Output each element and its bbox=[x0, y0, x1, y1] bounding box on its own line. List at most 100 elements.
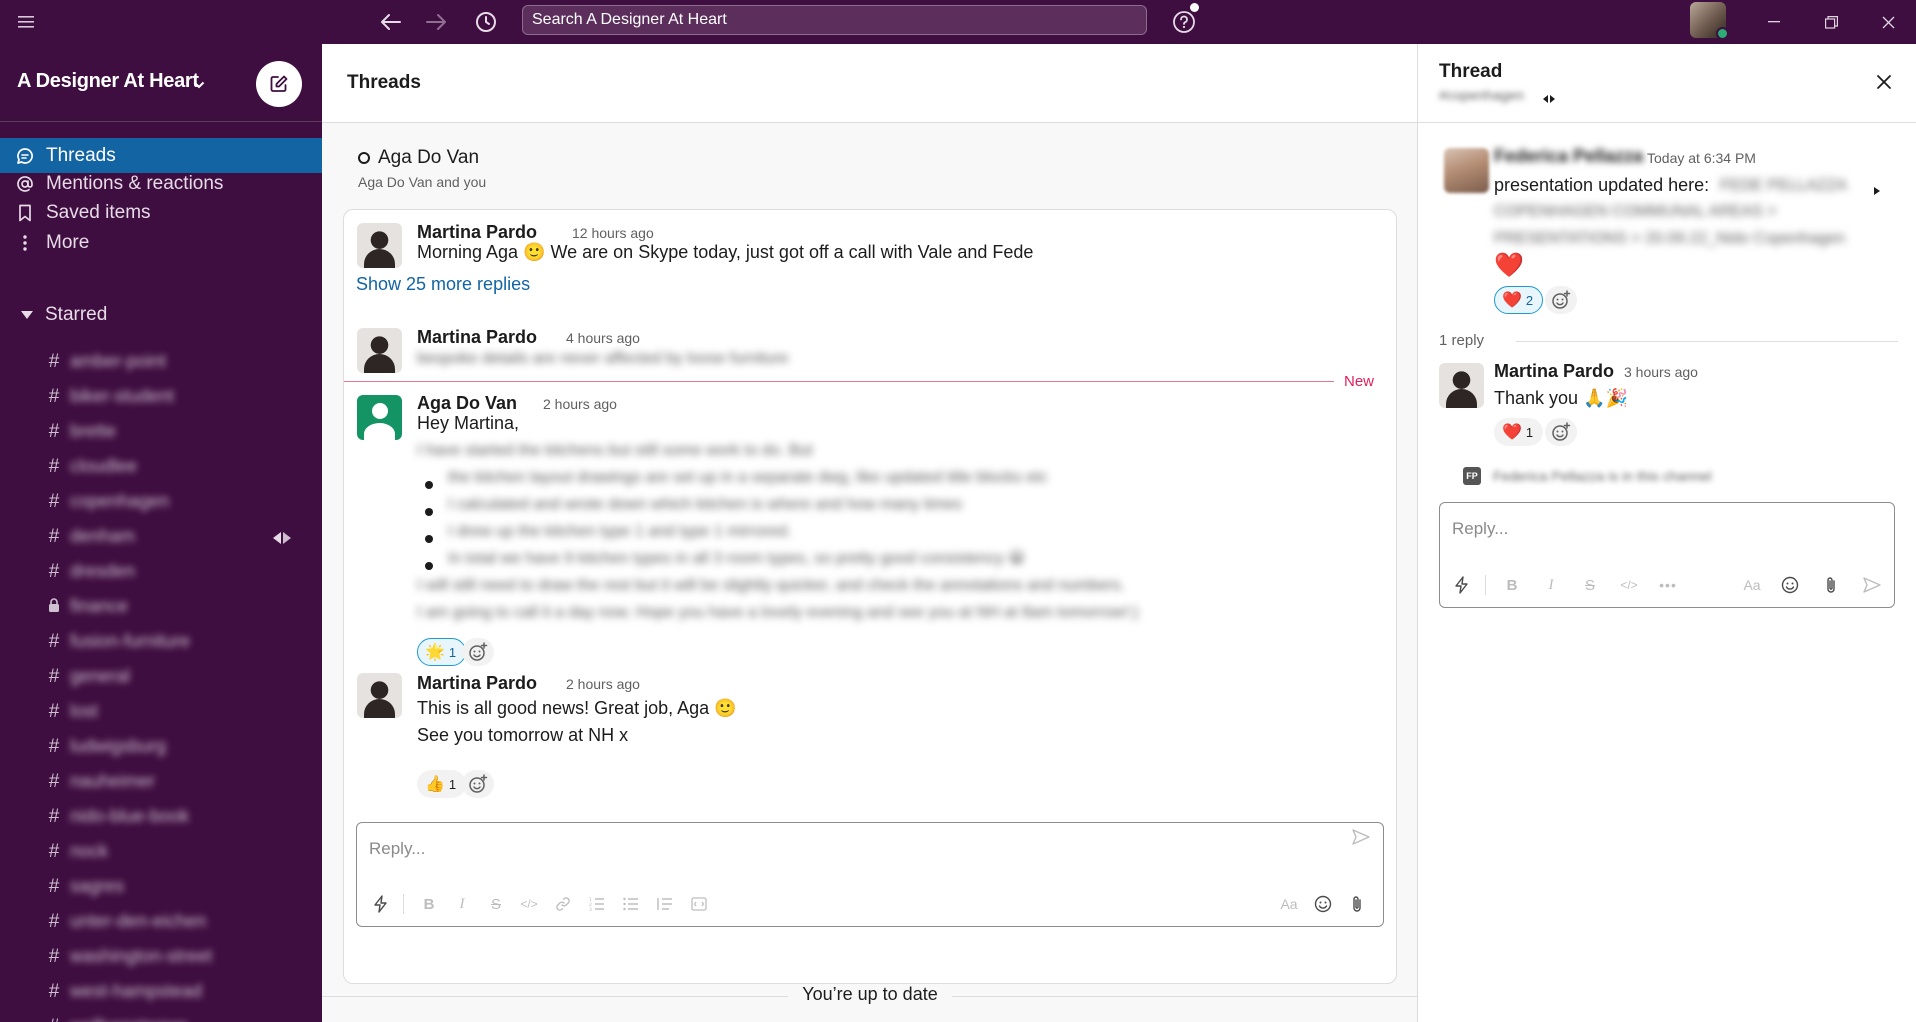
strikethrough-icon[interactable]: S bbox=[1578, 573, 1602, 597]
minimize-icon[interactable] bbox=[1758, 6, 1790, 38]
file-path-text[interactable]: PRESENTATIONS > 20.09.22_Nido Copenhagen bbox=[1494, 227, 1845, 251]
restore-icon[interactable] bbox=[1815, 6, 1847, 38]
message-timestamp[interactable]: 2 hours ago bbox=[543, 396, 617, 412]
sidebar-item-channel[interactable]: # cloudlee bbox=[0, 449, 322, 484]
add-reaction-button[interactable] bbox=[462, 770, 494, 798]
reply-count: 1 reply bbox=[1439, 332, 1485, 349]
sidebar-item-channel[interactable]: # washington-street bbox=[0, 939, 322, 974]
dm-status-icon bbox=[358, 152, 370, 164]
compose-button[interactable] bbox=[256, 61, 302, 107]
show-more-replies-link[interactable]: Show 25 more replies bbox=[356, 274, 530, 295]
history-clock-icon[interactable] bbox=[472, 8, 500, 36]
avatar[interactable] bbox=[357, 673, 402, 718]
message-author[interactable]: Martina Pardo bbox=[1494, 361, 1614, 382]
message-timestamp[interactable]: 3 hours ago bbox=[1624, 364, 1698, 380]
text-format-icon[interactable]: Aa bbox=[1277, 892, 1301, 916]
sidebar-item-channel[interactable]: # dresden bbox=[0, 554, 322, 589]
message-author[interactable]: Martina Pardo bbox=[417, 327, 537, 348]
shortcuts-lightning-icon[interactable] bbox=[1450, 573, 1474, 597]
sidebar-item-channel[interactable]: # nock bbox=[0, 834, 322, 869]
sidebar-item-channel[interactable]: # fusion-furniture bbox=[0, 624, 322, 659]
sidebar-item-channel[interactable]: # nido-blue-book bbox=[0, 799, 322, 834]
avatar[interactable] bbox=[1444, 148, 1489, 193]
send-icon[interactable] bbox=[1349, 825, 1373, 849]
chevron-down-icon[interactable] bbox=[193, 76, 205, 94]
text-format-icon[interactable]: Aa bbox=[1740, 573, 1764, 597]
thread-reply-input[interactable]: Reply... bbox=[1452, 519, 1508, 539]
bold-icon[interactable]: B bbox=[417, 892, 441, 916]
message-timestamp[interactable]: 4 hours ago bbox=[566, 330, 640, 346]
message-author[interactable]: Martina Pardo bbox=[417, 673, 537, 694]
code-block-icon[interactable] bbox=[687, 892, 711, 916]
sidebar-item-channel[interactable]: # unter-den-eichen bbox=[0, 904, 322, 939]
sidebar-item-channel[interactable]: # wolfsensterner bbox=[0, 1009, 322, 1022]
avatar[interactable] bbox=[357, 328, 402, 373]
ordered-list-icon[interactable]: 123 bbox=[585, 892, 609, 916]
bulleted-list-icon[interactable] bbox=[619, 892, 643, 916]
svg-text:3: 3 bbox=[589, 907, 592, 911]
add-reaction-button[interactable] bbox=[1545, 418, 1577, 446]
sidebar-item-channel[interactable]: # lost bbox=[0, 694, 322, 729]
message-author[interactable]: Federica Pellazza bbox=[1494, 146, 1643, 167]
attachment-icon[interactable] bbox=[1345, 892, 1369, 916]
sidebar-item-channel[interactable]: # ludwigsburg bbox=[0, 729, 322, 764]
sidebar-item-channel[interactable]: # amber-point bbox=[0, 344, 322, 379]
shortcuts-lightning-icon[interactable] bbox=[369, 892, 393, 916]
message-timestamp[interactable]: 12 hours ago bbox=[572, 225, 654, 241]
starred-section-toggle[interactable]: Starred bbox=[0, 299, 322, 331]
italic-icon[interactable]: I bbox=[1539, 573, 1563, 597]
help-icon[interactable] bbox=[1170, 8, 1198, 36]
thread-channel-name[interactable]: #copenhagen bbox=[1439, 87, 1524, 103]
sidebar-item-channel[interactable]: # general bbox=[0, 659, 322, 694]
reaction-pill[interactable]: 👍 1 bbox=[417, 770, 467, 798]
sidebar-item-channel[interactable]: # nauheimer bbox=[0, 764, 322, 799]
sidebar-item-channel[interactable]: # west-hampstead bbox=[0, 974, 322, 1009]
sidebar-item-channel[interactable]: # copenhagen bbox=[0, 484, 322, 519]
add-reaction-button[interactable] bbox=[1545, 286, 1577, 314]
avatar[interactable] bbox=[1439, 363, 1484, 408]
reaction-pill[interactable]: 🌟 1 bbox=[417, 638, 467, 666]
bookmark-icon bbox=[16, 204, 34, 222]
message-timestamp[interactable]: Today at 6:34 PM bbox=[1647, 150, 1756, 166]
close-icon[interactable] bbox=[1870, 68, 1898, 96]
avatar[interactable] bbox=[357, 223, 402, 268]
sidebar-item-channel[interactable]: # sagres bbox=[0, 869, 322, 904]
code-icon[interactable]: </> bbox=[1617, 573, 1641, 597]
reaction-pill[interactable]: ❤️ 1 bbox=[1494, 418, 1544, 446]
sidebar-item-more[interactable]: More bbox=[0, 225, 322, 260]
strikethrough-icon[interactable]: S bbox=[484, 892, 508, 916]
back-arrow-icon[interactable] bbox=[377, 8, 405, 36]
thread-reply-composer[interactable]: Reply... B I S </> ••• Aa bbox=[1439, 502, 1895, 608]
message-text: I will still need to draw the rest but i… bbox=[417, 577, 1125, 594]
workspace-name[interactable]: A Designer At Heart bbox=[17, 70, 199, 93]
compose-icon bbox=[270, 75, 288, 92]
emoji-icon[interactable] bbox=[1311, 892, 1335, 916]
code-icon[interactable]: </> bbox=[517, 892, 541, 916]
sidebar-item-channel[interactable]: finance bbox=[0, 589, 322, 624]
forward-arrow-icon[interactable] bbox=[422, 8, 450, 36]
reply-input[interactable]: Reply... bbox=[369, 839, 425, 859]
add-reaction-button[interactable] bbox=[462, 638, 494, 666]
hash-icon: # bbox=[48, 700, 60, 722]
italic-icon[interactable]: I bbox=[450, 892, 474, 916]
sidebar-item-channel[interactable]: # brette bbox=[0, 414, 322, 449]
attachment-icon[interactable] bbox=[1819, 573, 1843, 597]
emoji-icon[interactable] bbox=[1778, 573, 1802, 597]
sidebar-item-channel[interactable]: # biker-student bbox=[0, 379, 322, 414]
bold-icon[interactable]: B bbox=[1500, 573, 1524, 597]
message-text: Morning Aga 🙂 We are on Skype today, jus… bbox=[417, 242, 1034, 262]
send-icon[interactable] bbox=[1860, 573, 1884, 597]
conversation-title[interactable]: Aga Do Van bbox=[358, 147, 479, 169]
close-window-icon[interactable] bbox=[1872, 6, 1904, 38]
search-bar[interactable]: Search A Designer At Heart bbox=[522, 5, 1147, 35]
message-timestamp[interactable]: 2 hours ago bbox=[566, 676, 640, 692]
file-path-text[interactable]: COPENHAGEN COMMUNAL AREAS > bbox=[1494, 200, 1777, 224]
link-icon[interactable] bbox=[551, 892, 575, 916]
avatar[interactable] bbox=[357, 395, 402, 440]
more-horizontal-icon[interactable]: ••• bbox=[1656, 573, 1680, 597]
reply-composer[interactable]: Reply... B I S </> 123 Aa bbox=[356, 822, 1384, 927]
hamburger-menu-icon[interactable] bbox=[12, 8, 40, 36]
blockquote-icon[interactable] bbox=[653, 892, 677, 916]
file-path-text[interactable]: FEDE PELLAZZA bbox=[1720, 174, 1847, 198]
reaction-pill[interactable]: ❤️ 2 bbox=[1494, 286, 1544, 314]
